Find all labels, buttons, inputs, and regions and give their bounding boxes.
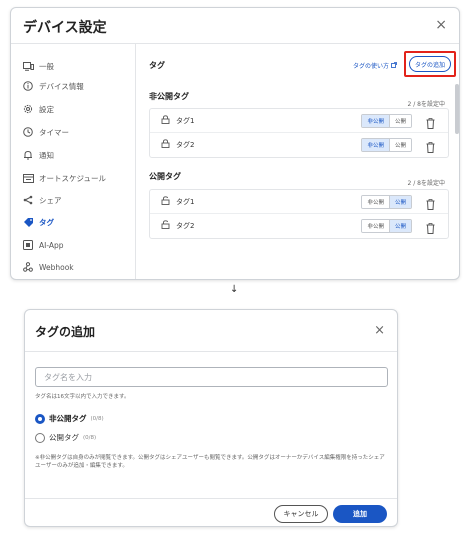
sidebar-item-notification[interactable]: 通知 <box>21 146 133 164</box>
dialog-header: タグの追加 × <box>25 310 397 352</box>
sidebar-item-label: Webhook <box>39 262 74 272</box>
gear-icon <box>21 104 35 114</box>
table-row: タグ2 非公開 公開 <box>150 214 448 238</box>
sidebar-item-share[interactable]: シェア <box>21 191 133 209</box>
trash-icon[interactable] <box>426 195 436 210</box>
tag-name: タグ1 <box>176 198 195 206</box>
sidebar-item-label: オートスケジュール <box>39 173 106 183</box>
sidebar-item-label: タグ <box>39 217 54 227</box>
trash-icon[interactable] <box>426 114 436 129</box>
toggle-private[interactable]: 非公開 <box>362 196 389 208</box>
unlock-icon <box>161 196 170 207</box>
sidebar-item-label: AI-App <box>39 240 64 250</box>
tag-usage-link[interactable]: タグの使い方 <box>353 61 397 70</box>
close-icon[interactable]: × <box>374 323 385 338</box>
sidebar-item-webhook[interactable]: Webhook <box>21 258 133 276</box>
external-link-icon <box>391 62 397 70</box>
info-icon <box>21 81 35 91</box>
public-tags-count: 2 / 8を設定中 <box>407 180 445 187</box>
sidebar-item-settings[interactable]: 設定 <box>21 100 133 118</box>
scrollbar[interactable] <box>455 84 459 134</box>
sidebar-item-label: タイマー <box>39 127 69 137</box>
visibility-toggle: 非公開 公開 <box>361 114 412 128</box>
tag-name: タグ1 <box>176 117 195 125</box>
public-tags-list: タグ1 非公開 公開 タグ2 非公開 公開 <box>149 189 449 239</box>
tag-settings-panel: タグ タグの使い方 タグの追加 非公開タグ 2 / 8を設定中 タグ1 非公開 … <box>137 44 459 279</box>
ai-app-icon <box>21 240 35 250</box>
panel-title: タグ <box>149 61 165 70</box>
dialog-title: デバイス設定 <box>23 20 107 36</box>
private-tags-title: 非公開タグ <box>149 92 189 101</box>
radio-button[interactable] <box>35 432 45 443</box>
dialog-title: タグの追加 <box>35 325 96 339</box>
share-icon <box>21 195 35 205</box>
toggle-public[interactable]: 公開 <box>388 196 411 208</box>
sidebar-item-label: 一般 <box>39 61 54 71</box>
tag-visibility-note: ※非公開タグは自身のみが閲覧できます。公開タグはシェアユーザーも閲覧できます。公… <box>35 455 385 469</box>
tag-name: タグ2 <box>176 222 195 230</box>
trash-icon[interactable] <box>426 138 436 153</box>
highlight-box <box>404 51 456 77</box>
private-tags-list: タグ1 非公開 公開 タグ2 非公開 公開 <box>149 108 449 158</box>
lock-icon <box>161 139 170 150</box>
lock-icon <box>161 115 170 126</box>
tag-usage-link-label: タグの使い方 <box>353 63 390 70</box>
public-tags-title: 公開タグ <box>149 172 181 181</box>
radio-private-tag[interactable]: 非公開タグ (0/8) <box>35 413 104 424</box>
tag-icon <box>21 217 35 227</box>
input-hint: タグ名は16文字以内で入力できます。 <box>35 394 130 400</box>
radio-public-tag[interactable]: 公開タグ (0/8) <box>35 432 96 443</box>
table-row: タグ1 非公開 公開 <box>150 109 448 133</box>
add-button[interactable]: 追加 <box>333 505 387 523</box>
sidebar-item-label: デバイス情報 <box>39 81 84 91</box>
radio-label: 非公開タグ <box>49 414 87 423</box>
bell-icon <box>21 150 35 160</box>
tag-name-input[interactable] <box>35 367 388 387</box>
sidebar-item-device-info[interactable]: デバイス情報 <box>21 77 133 95</box>
private-tags-count: 2 / 8を設定中 <box>407 101 445 108</box>
sidebar-item-auto-schedule[interactable]: オートスケジュール <box>21 169 133 187</box>
toggle-public[interactable]: 公開 <box>388 220 411 232</box>
radio-button-checked[interactable] <box>35 413 45 424</box>
radio-count: (0/8) <box>90 415 104 422</box>
unlock-icon <box>161 220 170 231</box>
add-tag-dialog: タグの追加 × タグ名は16文字以内で入力できます。 非公開タグ (0/8) 公… <box>24 309 398 527</box>
schedule-icon <box>21 173 35 183</box>
sidebar-item-ai-app[interactable]: AI-App <box>21 236 133 254</box>
sidebar-item-label: 通知 <box>39 150 54 160</box>
device-icon <box>21 61 35 71</box>
visibility-toggle: 非公開 公開 <box>361 138 412 152</box>
trash-icon[interactable] <box>426 219 436 234</box>
radio-label: 公開タグ <box>49 433 79 442</box>
sidebar-item-timer[interactable]: タイマー <box>21 123 133 141</box>
sidebar-item-tag[interactable]: タグ <box>21 213 133 231</box>
toggle-private[interactable]: 非公開 <box>362 139 389 151</box>
tag-name: タグ2 <box>176 141 195 149</box>
dialog-header: デバイス設定 × <box>11 8 459 44</box>
table-row: タグ1 非公開 公開 <box>150 190 448 214</box>
toggle-private[interactable]: 非公開 <box>362 115 389 127</box>
sidebar-item-general[interactable]: 一般 <box>21 57 133 75</box>
toggle-public[interactable]: 公開 <box>388 115 411 127</box>
radio-count: (0/8) <box>83 434 97 441</box>
table-row: タグ2 非公開 公開 <box>150 133 448 157</box>
toggle-public[interactable]: 公開 <box>388 139 411 151</box>
dialog-footer: キャンセル 追加 <box>25 498 397 526</box>
toggle-private[interactable]: 非公開 <box>362 220 389 232</box>
cancel-button[interactable]: キャンセル <box>274 505 328 523</box>
visibility-toggle: 非公開 公開 <box>361 219 412 233</box>
sidebar-item-label: 設定 <box>39 104 54 114</box>
sidebar-item-label: シェア <box>39 195 62 205</box>
down-arrow: ↓ <box>230 284 239 295</box>
close-icon[interactable]: × <box>435 17 447 33</box>
device-settings-dialog: デバイス設定 × 一般 デバイス情報 設定 タイマー 通知 オートスケジュール … <box>10 7 460 280</box>
visibility-toggle: 非公開 公開 <box>361 195 412 209</box>
webhook-icon <box>21 262 35 272</box>
settings-sidebar: 一般 デバイス情報 設定 タイマー 通知 オートスケジュール シェア タグ AI… <box>11 44 136 279</box>
clock-icon <box>21 127 35 137</box>
